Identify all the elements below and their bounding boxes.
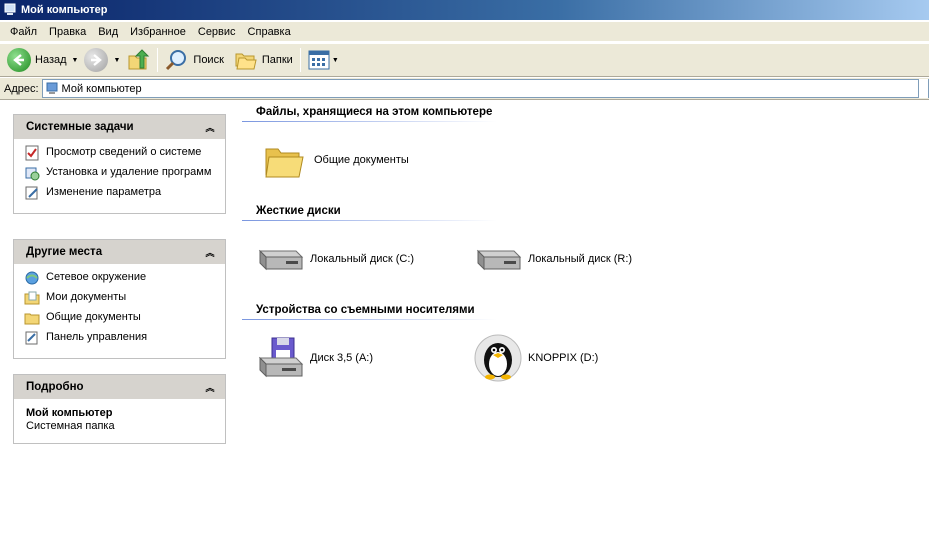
details-title: Подробно — [26, 381, 84, 393]
my-documents-icon — [24, 291, 40, 305]
add-remove-programs-icon — [25, 167, 40, 181]
place-network[interactable]: Сетевое окружение — [24, 270, 217, 286]
place-label: Сетевое окружение — [46, 271, 147, 283]
up-button[interactable] — [123, 46, 153, 74]
place-label: Мои документы — [46, 291, 127, 303]
group-divider — [242, 319, 497, 320]
address-dropdown[interactable] — [918, 79, 928, 98]
toolbar-separator — [157, 48, 159, 72]
tux-penguin-icon — [474, 334, 522, 382]
menu-bar: Файл Правка Вид Избранное Сервис Справка — [0, 22, 929, 42]
system-tasks-panel: Системные задачи ︽ Просмотр сведений о с… — [13, 114, 226, 214]
address-label: Адрес: — [4, 82, 39, 95]
menu-help[interactable]: Справка — [242, 24, 297, 40]
task-label: Изменение параметра — [46, 186, 162, 198]
toolbar-separator — [299, 48, 301, 72]
views-button[interactable]: ▼ — [305, 46, 342, 74]
search-button[interactable]: Поиск — [162, 46, 226, 74]
item-floppy-a[interactable]: Диск 3,5 (A:) — [256, 334, 373, 382]
group-divider — [242, 121, 497, 122]
forward-arrow-icon — [84, 48, 109, 72]
title-bar[interactable]: Мой компьютер — [0, 0, 929, 20]
system-tasks-title: Системные задачи — [26, 121, 134, 133]
item-local-disk-c[interactable]: Локальный диск (C:) — [256, 235, 414, 283]
place-my-documents[interactable]: Мои документы — [24, 290, 217, 306]
floppy-drive-icon — [256, 334, 304, 382]
folders-icon — [235, 53, 257, 70]
address-input[interactable]: Мой компьютер — [41, 79, 929, 98]
item-label: Локальный диск (R:) — [528, 253, 633, 265]
window-title: Мой компьютер — [21, 4, 108, 16]
folder-icon — [260, 136, 308, 184]
task-add-remove-programs[interactable]: Установка и удаление программ — [24, 165, 217, 181]
other-places-title: Другие места — [26, 246, 103, 258]
item-label: Диск 3,5 (A:) — [310, 352, 374, 364]
item-label: Локальный диск (C:) — [310, 253, 415, 265]
task-change-setting[interactable]: Изменение параметра — [24, 185, 217, 201]
group-divider — [242, 220, 497, 221]
other-places-panel: Другие места ︽ Сетевое окружение Мои док… — [13, 239, 226, 359]
network-icon — [25, 271, 39, 285]
address-bar: Адрес: Мой компьютер — [0, 78, 929, 100]
toolbar: Назад ▼ ▼ Поиск Папки ▼ — [0, 43, 929, 77]
system-info-icon — [25, 145, 39, 161]
menu-file[interactable]: Файл — [4, 24, 43, 40]
item-shared-documents[interactable]: Общие документы — [260, 136, 409, 184]
forward-dropdown-icon[interactable]: ▼ — [113, 57, 120, 64]
item-label: Общие документы — [314, 154, 409, 166]
explorer-window: Мой компьютер Файл Правка Вид Избранное … — [0, 0, 929, 539]
group-title-removable: Устройства со съемными носителями — [256, 304, 475, 316]
item-label: KNOPPIX (D:) — [528, 352, 599, 364]
folder-up-icon — [128, 49, 150, 70]
place-control-panel[interactable]: Панель управления — [24, 330, 217, 346]
forward-button[interactable]: ▼ — [81, 46, 123, 74]
place-shared-documents[interactable]: Общие документы — [24, 310, 217, 326]
place-label: Общие документы — [46, 311, 141, 323]
back-arrow-icon — [7, 48, 31, 72]
task-label: Просмотр сведений о системе — [46, 146, 202, 158]
task-view-system-info[interactable]: Просмотр сведений о системе — [24, 145, 217, 161]
menu-favorites[interactable]: Избранное — [124, 24, 192, 40]
other-places-header[interactable]: Другие места ︽ — [14, 240, 225, 264]
collapse-icon[interactable]: ︽ — [203, 380, 217, 394]
details-type: Системная папка — [26, 420, 115, 432]
back-label: Назад — [35, 54, 67, 66]
details-header[interactable]: Подробно ︽ — [14, 375, 225, 399]
group-title-hard-drives: Жесткие диски — [256, 205, 341, 217]
search-label: Поиск — [193, 54, 224, 66]
my-computer-icon — [4, 3, 16, 15]
task-label: Установка и удаление программ — [46, 166, 212, 178]
folders-label: Папки — [261, 54, 293, 66]
system-tasks-header[interactable]: Системные задачи ︽ — [14, 115, 225, 139]
folders-button[interactable]: Папки — [231, 46, 296, 74]
change-setting-icon — [25, 186, 38, 200]
group-title-files: Файлы, хранящиеся на этом компьютере — [256, 106, 493, 118]
details-name: Мой компьютер — [26, 407, 113, 419]
menu-edit[interactable]: Правка — [43, 24, 92, 40]
address-value: Мой компьютер — [61, 82, 142, 95]
content-pane: Файлы, хранящиеся на этом компьютере Общ… — [240, 101, 929, 539]
back-button[interactable]: Назад ▼ — [4, 46, 81, 74]
collapse-icon[interactable]: ︽ — [203, 245, 217, 259]
collapse-icon[interactable]: ︽ — [203, 120, 217, 134]
views-icon — [308, 50, 330, 70]
my-computer-icon — [46, 82, 58, 94]
hard-drive-icon — [474, 235, 522, 283]
back-dropdown-icon[interactable]: ▼ — [72, 57, 79, 64]
item-knoppix-d[interactable]: KNOPPIX (D:) — [474, 334, 598, 382]
control-panel-icon — [25, 331, 38, 345]
place-label: Панель управления — [46, 331, 148, 343]
item-local-disk-r[interactable]: Локальный диск (R:) — [474, 235, 632, 283]
task-pane: Системные задачи ︽ Просмотр сведений о с… — [0, 101, 240, 539]
menu-tools[interactable]: Сервис — [192, 24, 242, 40]
views-dropdown-icon[interactable]: ▼ — [332, 57, 339, 64]
hard-drive-icon — [256, 235, 304, 283]
menu-view[interactable]: Вид — [92, 24, 124, 40]
shared-folder-icon — [24, 313, 40, 325]
search-icon — [166, 50, 187, 71]
details-panel: Подробно ︽ Мой компьютер Системная папка — [13, 374, 226, 444]
